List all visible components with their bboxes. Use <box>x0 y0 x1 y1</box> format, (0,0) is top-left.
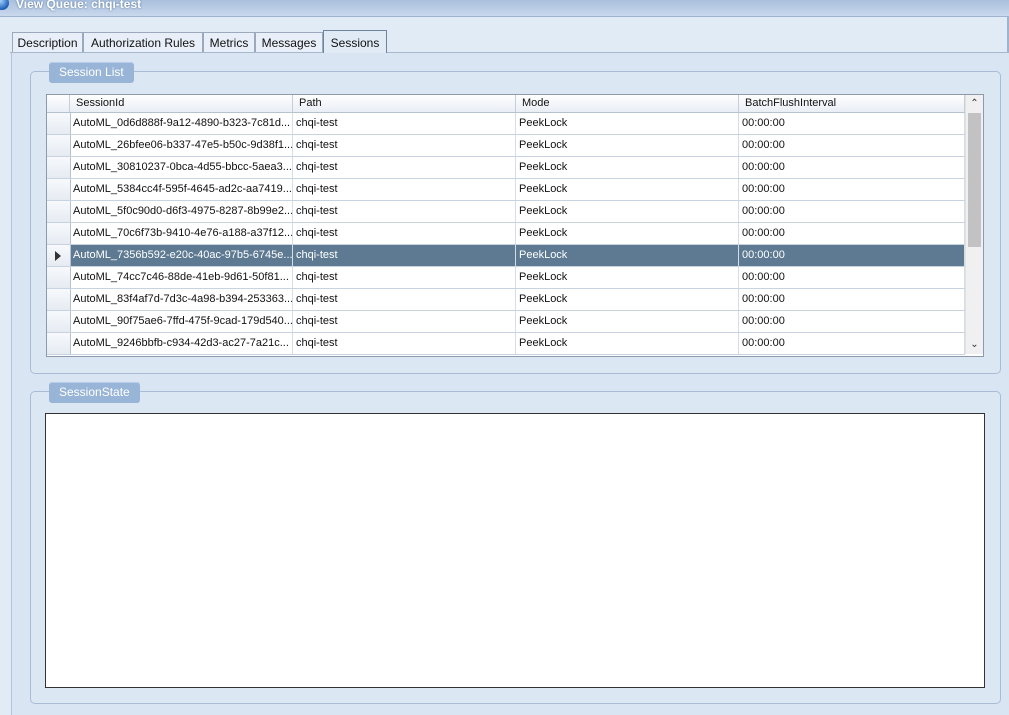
row-header[interactable] <box>47 333 71 354</box>
chevron-up-icon[interactable]: ⌃ <box>966 95 983 112</box>
tab-metrics[interactable]: Metrics <box>203 32 255 52</box>
column-header-sessionid[interactable]: SessionId <box>70 95 293 112</box>
column-header-mode[interactable]: Mode <box>516 95 739 112</box>
chevron-down-icon[interactable]: ⌄ <box>966 336 983 353</box>
cell-batchflushinterval[interactable]: 00:00:00 <box>739 135 965 156</box>
session-state-legend: SessionState <box>49 382 140 403</box>
cell-sessionid[interactable]: AutoML_5f0c90d0-d6f3-4975-8287-8b99e2... <box>70 201 293 222</box>
tab-authorization-rules[interactable]: Authorization Rules <box>83 32 203 52</box>
cell-sessionid[interactable]: AutoML_26bfee06-b337-47e5-b50c-9d38f1... <box>70 135 293 156</box>
cell-path[interactable]: chqi-test <box>293 223 516 244</box>
row-header[interactable] <box>47 135 71 156</box>
table-row[interactable]: AutoML_5384cc4f-595f-4645-ad2c-aa7419...… <box>47 179 965 201</box>
cell-mode[interactable]: PeekLock <box>516 223 739 244</box>
cell-path[interactable]: chqi-test <box>293 311 516 332</box>
cell-mode[interactable]: PeekLock <box>516 113 739 134</box>
row-header[interactable] <box>47 157 71 178</box>
cell-batchflushinterval[interactable]: 00:00:00 <box>739 223 965 244</box>
row-header[interactable] <box>47 267 71 288</box>
cell-path[interactable]: chqi-test <box>293 179 516 200</box>
cell-batchflushinterval[interactable]: 00:00:00 <box>739 311 965 332</box>
scrollbar-thumb[interactable] <box>968 113 981 247</box>
cell-batchflushinterval[interactable]: 00:00:00 <box>739 267 965 288</box>
cell-sessionid[interactable]: AutoML_70c6f73b-9410-4e76-a188-a37f12... <box>70 223 293 244</box>
cell-mode[interactable]: PeekLock <box>516 201 739 222</box>
cell-batchflushinterval[interactable]: 00:00:00 <box>739 201 965 222</box>
session-list-legend: Session List <box>49 62 134 83</box>
row-header[interactable] <box>47 113 71 134</box>
cell-mode[interactable]: PeekLock <box>516 157 739 178</box>
table-row[interactable]: AutoML_0d6d888f-9a12-4890-b323-7c81d... c… <box>47 113 965 135</box>
row-header-corner <box>47 95 70 112</box>
cell-mode[interactable]: PeekLock <box>516 245 739 266</box>
cell-path[interactable]: chqi-test <box>293 289 516 310</box>
cell-batchflushinterval[interactable]: 00:00:00 <box>739 245 965 266</box>
cell-mode[interactable]: PeekLock <box>516 311 739 332</box>
cell-path[interactable]: chqi-test <box>293 135 516 156</box>
cell-batchflushinterval[interactable]: 00:00:00 <box>739 113 965 134</box>
cell-mode[interactable]: PeekLock <box>516 135 739 156</box>
cell-path[interactable]: chqi-test <box>293 157 516 178</box>
cell-batchflushinterval[interactable]: 00:00:00 <box>739 333 965 354</box>
table-row[interactable]: AutoML_90f75ae6-7ffd-475f-9cad-179d540..… <box>47 311 965 333</box>
cell-batchflushinterval[interactable]: 00:00:00 <box>739 157 965 178</box>
title-bar: View Queue: chqi-test <box>0 0 1009 17</box>
cell-path[interactable]: chqi-test <box>293 201 516 222</box>
cell-sessionid[interactable]: AutoML_83f4af7d-7d3c-4a98-b394-253363... <box>70 289 293 310</box>
row-pointer-icon <box>55 251 61 261</box>
table-row[interactable]: AutoML_74cc7c46-88de-41eb-9d61-50f81... c… <box>47 267 965 289</box>
tab-messages[interactable]: Messages <box>255 32 323 52</box>
cell-sessionid[interactable]: AutoML_0d6d888f-9a12-4890-b323-7c81d... <box>70 113 293 134</box>
row-header[interactable] <box>47 223 71 244</box>
row-header[interactable] <box>47 201 71 222</box>
cell-sessionid[interactable]: AutoML_30810237-0bca-4d55-bbcc-5aea3... <box>70 157 293 178</box>
table-row[interactable]: AutoML_70c6f73b-9410-4e76-a188-a37f12...… <box>47 223 965 245</box>
cell-mode[interactable]: PeekLock <box>516 267 739 288</box>
cell-sessionid[interactable]: AutoML_90f75ae6-7ffd-475f-9cad-179d540..… <box>70 311 293 332</box>
cell-path[interactable]: chqi-test <box>293 267 516 288</box>
cell-mode[interactable]: PeekLock <box>516 179 739 200</box>
cell-mode[interactable]: PeekLock <box>516 333 739 354</box>
table-row[interactable]: AutoML_5f0c90d0-d6f3-4975-8287-8b99e2...… <box>47 201 965 223</box>
table-row[interactable]: AutoML_7356b592-e20c-40ac-97b5-6745e... c… <box>47 245 965 267</box>
cell-path[interactable]: chqi-test <box>293 245 516 266</box>
session-grid[interactable]: SessionId Path Mode BatchFlushInterval A… <box>46 94 984 357</box>
cell-sessionid[interactable]: AutoML_9246bbfb-c934-42d3-ac27-7a21c... <box>70 333 293 354</box>
row-header[interactable] <box>47 311 71 332</box>
vertical-scrollbar[interactable]: ⌃ ⌄ <box>965 95 983 354</box>
row-header[interactable] <box>47 245 71 266</box>
cell-sessionid[interactable]: AutoML_74cc7c46-88de-41eb-9d61-50f81... <box>70 267 293 288</box>
cell-path[interactable]: chqi-test <box>293 113 516 134</box>
session-state-textarea[interactable] <box>45 413 985 688</box>
cell-mode[interactable]: PeekLock <box>516 289 739 310</box>
cell-sessionid[interactable]: AutoML_7356b592-e20c-40ac-97b5-6745e... <box>70 245 293 266</box>
cell-batchflushinterval[interactable]: 00:00:00 <box>739 289 965 310</box>
table-row[interactable]: AutoML_9246bbfb-c934-42d3-ac27-7a21c... c… <box>47 333 965 355</box>
cell-sessionid[interactable]: AutoML_5384cc4f-595f-4645-ad2c-aa7419... <box>70 179 293 200</box>
row-header[interactable] <box>47 179 71 200</box>
globe-icon <box>0 0 9 10</box>
table-row[interactable]: AutoML_30810237-0bca-4d55-bbcc-5aea3... c… <box>47 157 965 179</box>
tab-sessions[interactable]: Sessions <box>323 30 387 53</box>
column-header-batchflushinterval[interactable]: BatchFlushInterval <box>739 95 965 112</box>
cell-path[interactable]: chqi-test <box>293 333 516 354</box>
cell-batchflushinterval[interactable]: 00:00:00 <box>739 179 965 200</box>
row-header[interactable] <box>47 289 71 310</box>
column-header-path[interactable]: Path <box>293 95 516 112</box>
table-row[interactable]: AutoML_83f4af7d-7d3c-4a98-b394-253363...… <box>47 289 965 311</box>
grid-header: SessionId Path Mode BatchFlushInterval <box>47 95 965 113</box>
window-title: View Queue: chqi-test <box>16 0 142 11</box>
table-row[interactable]: AutoML_26bfee06-b337-47e5-b50c-9d38f1...… <box>47 135 965 157</box>
tab-description[interactable]: Description <box>12 32 83 52</box>
